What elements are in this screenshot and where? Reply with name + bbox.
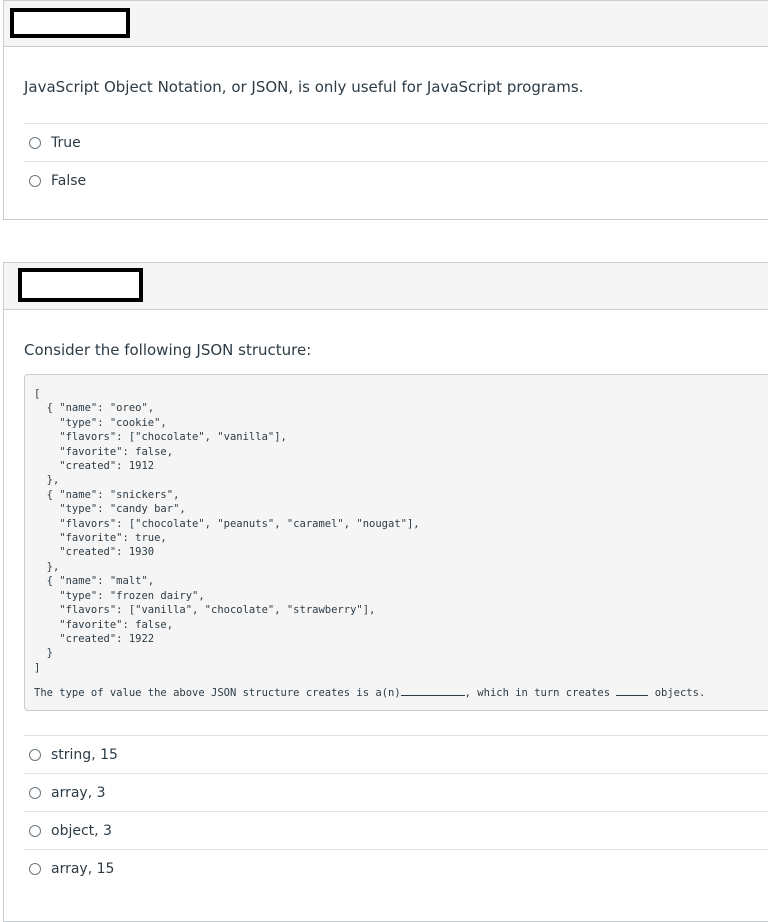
fill-text-2: , which in turn creates [464, 687, 617, 699]
answer-label: False [51, 172, 87, 189]
json-code: [ { "name": "oreo", "type": "cookie", "f… [34, 388, 420, 674]
answer-option-string-15[interactable]: string, 15 [24, 735, 768, 773]
question-1-header [4, 1, 768, 47]
fill-in-sentence: The type of value the above JSON structu… [34, 686, 705, 699]
question-1-text: JavaScript Object Notation, or JSON, is … [24, 78, 584, 96]
answer-option-true[interactable]: True [24, 123, 768, 161]
answer-option-false[interactable]: False [24, 161, 768, 199]
json-code-block: [ { "name": "oreo", "type": "cookie", "f… [24, 374, 768, 711]
redacted-question-title [18, 268, 143, 302]
answer-option-array-15[interactable]: array, 15 [24, 849, 768, 887]
answer-label: object, 3 [51, 822, 112, 839]
radio-button[interactable] [29, 748, 41, 761]
radio-button[interactable] [29, 862, 41, 875]
blank-2 [616, 686, 649, 696]
fill-text-3: objects. [648, 687, 706, 699]
answer-label: array, 15 [51, 860, 115, 877]
answer-label: array, 3 [51, 784, 106, 801]
radio-button[interactable] [29, 174, 41, 187]
question-2-card: Consider the following JSON structure: [… [3, 262, 768, 922]
answer-label: True [51, 134, 81, 151]
question-2-text: Consider the following JSON structure: [24, 341, 312, 359]
answer-option-array-3[interactable]: array, 3 [24, 773, 768, 811]
question-1-card: JavaScript Object Notation, or JSON, is … [3, 0, 768, 220]
question-2-header [4, 263, 768, 310]
radio-button[interactable] [29, 136, 41, 149]
question-1-answers: True False [24, 123, 768, 199]
fill-text-1: The type of value the above JSON structu… [34, 687, 401, 699]
radio-button[interactable] [29, 786, 41, 799]
question-2-answers: string, 15 array, 3 object, 3 array, 15 [24, 735, 768, 887]
redacted-question-title [10, 8, 130, 38]
answer-label: string, 15 [51, 746, 118, 763]
answer-option-object-3[interactable]: object, 3 [24, 811, 768, 849]
radio-button[interactable] [29, 824, 41, 837]
blank-1 [400, 686, 465, 696]
